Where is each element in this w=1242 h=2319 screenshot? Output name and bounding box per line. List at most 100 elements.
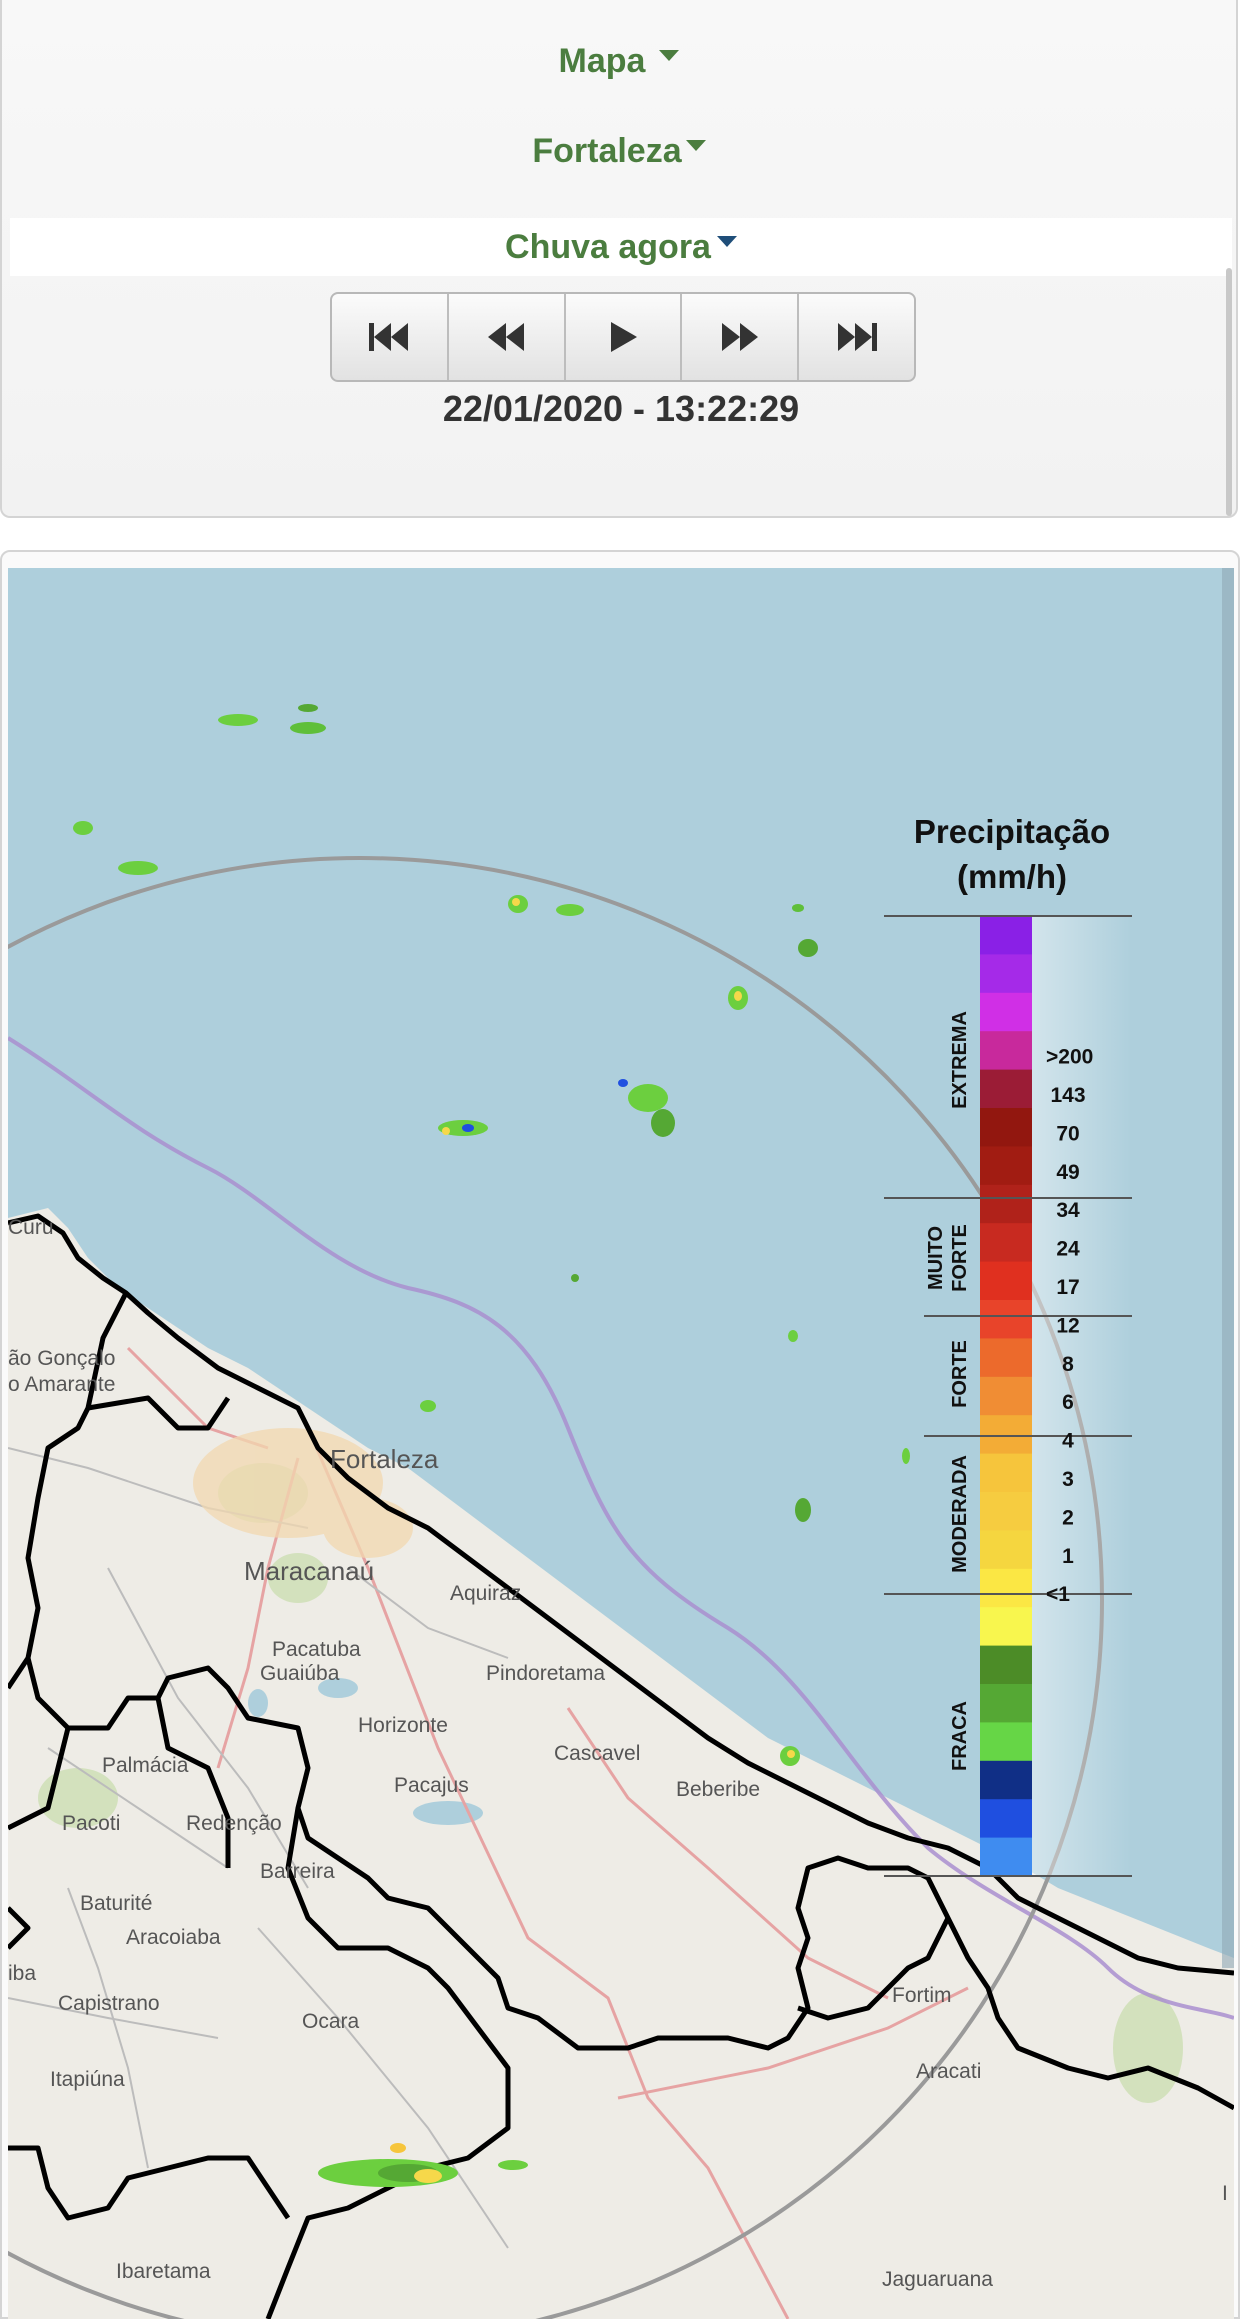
legend-value-label: 12 xyxy=(1056,1314,1079,1337)
city-dropdown[interactable]: Fortaleza xyxy=(2,132,1236,171)
map-dropdown-label: Mapa xyxy=(558,42,646,80)
legend-value-label: 24 xyxy=(1056,1238,1080,1261)
label-horizonte: Horizonte xyxy=(358,1714,448,1737)
label-maracanau: Maracanaú xyxy=(244,1556,374,1586)
legend-value-label: 2 xyxy=(1062,1506,1074,1529)
legend-swatch xyxy=(980,1530,1032,1570)
legend-value-label: 70 xyxy=(1056,1122,1079,1145)
legend-swatch xyxy=(980,1261,1032,1301)
map-edge-strip xyxy=(1222,568,1234,1968)
legend-value-label: >200 xyxy=(1046,1046,1093,1069)
legend-value-label: <1 xyxy=(1046,1583,1070,1606)
legend-swatch xyxy=(980,1568,1032,1608)
label-amarante: o Amarante xyxy=(8,1373,115,1396)
legend-title-line1: Precipitação xyxy=(914,813,1110,850)
label-guaiuba: Guaiúba xyxy=(260,1662,340,1685)
legend-swatch xyxy=(980,1492,1032,1531)
label-fortim: Fortim xyxy=(892,1984,952,2007)
chevron-down-icon xyxy=(685,139,706,151)
legend-swatch xyxy=(980,1069,1032,1109)
fast-forward-icon xyxy=(721,323,758,351)
legend-value-label: 1 xyxy=(1062,1545,1074,1568)
label-aquiraz: Aquiraz xyxy=(450,1582,521,1605)
legend-color-swatches xyxy=(980,916,1032,1877)
city-dropdown-label: Fortaleza xyxy=(532,132,682,170)
legend-title-line2: (mm/h) xyxy=(957,858,1067,895)
legend-cat-moderada: MODERADA xyxy=(949,1455,971,1573)
label-pacajus: Pacajus xyxy=(394,1774,469,1797)
legend-swatch xyxy=(980,1722,1032,1762)
legend-swatch xyxy=(980,1760,1032,1800)
legend-swatch xyxy=(980,1031,1032,1071)
legend-swatch xyxy=(980,1453,1032,1493)
label-fortaleza: Fortaleza xyxy=(330,1444,439,1474)
next-frame-button[interactable] xyxy=(682,294,800,380)
playback-controls xyxy=(330,292,916,382)
controls-panel: Mapa Fortaleza Chuva agora 22/01/2020 - … xyxy=(0,0,1238,518)
legend-value-label: 3 xyxy=(1062,1468,1074,1491)
skip-last-icon xyxy=(837,323,877,351)
label-redencao: Redenção xyxy=(186,1812,282,1835)
label-edge-i: I xyxy=(1222,2182,1228,2205)
label-iba: iba xyxy=(8,1962,36,1985)
label-beberibe: Beberibe xyxy=(676,1778,760,1801)
legend-value-label: 143 xyxy=(1050,1084,1085,1107)
label-pacoti: Pacoti xyxy=(62,1812,120,1835)
legend-swatch xyxy=(980,1184,1032,1224)
legend-swatch xyxy=(980,1376,1032,1416)
legend-value-label: 17 xyxy=(1056,1276,1079,1299)
label-pacatuba: Pacatuba xyxy=(272,1638,361,1661)
legend-cat-forte: FORTE xyxy=(949,1340,971,1408)
legend-swatch xyxy=(980,954,1032,994)
product-dropdown-label: Chuva agora xyxy=(505,228,711,266)
legend-cat-muito-forte: FORTE xyxy=(949,1224,971,1292)
play-icon xyxy=(610,322,637,352)
legend-swatch xyxy=(980,916,1032,955)
legend-swatch xyxy=(980,1300,1032,1339)
legend-swatch xyxy=(980,1338,1032,1378)
skip-first-icon xyxy=(369,323,409,351)
radar-map[interactable]: Curu ão Gonçalo o Amarante Fortaleza Mar… xyxy=(8,568,1234,2319)
legend-value-label: 6 xyxy=(1062,1391,1074,1414)
legend-swatch xyxy=(980,1684,1032,1723)
legend-value-label: 4 xyxy=(1062,1430,1074,1453)
legend-swatch xyxy=(980,1645,1032,1685)
previous-frame-button[interactable] xyxy=(449,294,566,380)
label-pindoretama: Pindoretama xyxy=(486,1662,605,1685)
label-ibaretama: Ibaretama xyxy=(116,2260,211,2283)
legend-swatch xyxy=(980,1799,1032,1839)
legend-value-label: 34 xyxy=(1056,1199,1080,1222)
legend-swatch xyxy=(980,1415,1032,1455)
label-jaguaruana: Jaguaruana xyxy=(882,2268,993,2291)
chevron-down-icon xyxy=(716,235,737,247)
legend-cat-muito: MUITO xyxy=(925,1226,947,1290)
first-frame-button[interactable] xyxy=(332,294,449,380)
legend-swatch xyxy=(980,1223,1032,1263)
legend-cat-fraca: FRACA xyxy=(949,1701,971,1771)
play-button[interactable] xyxy=(566,294,683,380)
label-curu: Curu xyxy=(8,1216,54,1239)
label-cascavel: Cascavel xyxy=(554,1742,640,1765)
rewind-icon xyxy=(488,323,525,351)
legend-swatch xyxy=(980,1837,1032,1877)
frame-timestamp: 22/01/2020 - 13:22:29 xyxy=(442,388,800,429)
label-aracoiaba: Aracoiaba xyxy=(126,1926,221,1949)
label-itapiuna: Itapiúna xyxy=(50,2068,125,2091)
label-sao-goncalo: ão Gonçalo xyxy=(8,1347,115,1370)
map-dropdown[interactable]: Mapa xyxy=(2,42,1236,81)
legend-cat-extrema: EXTREMA xyxy=(949,1011,971,1109)
label-aracati: Aracati xyxy=(916,2060,981,2083)
label-capistrano: Capistrano xyxy=(58,1992,160,2015)
label-ocara: Ocara xyxy=(302,2010,360,2033)
legend-swatch xyxy=(980,1607,1032,1647)
product-dropdown[interactable]: Chuva agora xyxy=(10,218,1232,276)
legend-value-label: 49 xyxy=(1056,1161,1079,1184)
label-barreira: Barreira xyxy=(260,1860,335,1883)
label-palmacia: Palmácia xyxy=(102,1754,189,1777)
legend-swatch xyxy=(980,1146,1032,1186)
last-frame-button[interactable] xyxy=(799,294,914,380)
legend-value-label: 8 xyxy=(1062,1353,1074,1376)
label-baturite: Baturité xyxy=(80,1892,152,1915)
chevron-down-icon xyxy=(659,49,680,61)
legend-swatch xyxy=(980,1108,1032,1147)
